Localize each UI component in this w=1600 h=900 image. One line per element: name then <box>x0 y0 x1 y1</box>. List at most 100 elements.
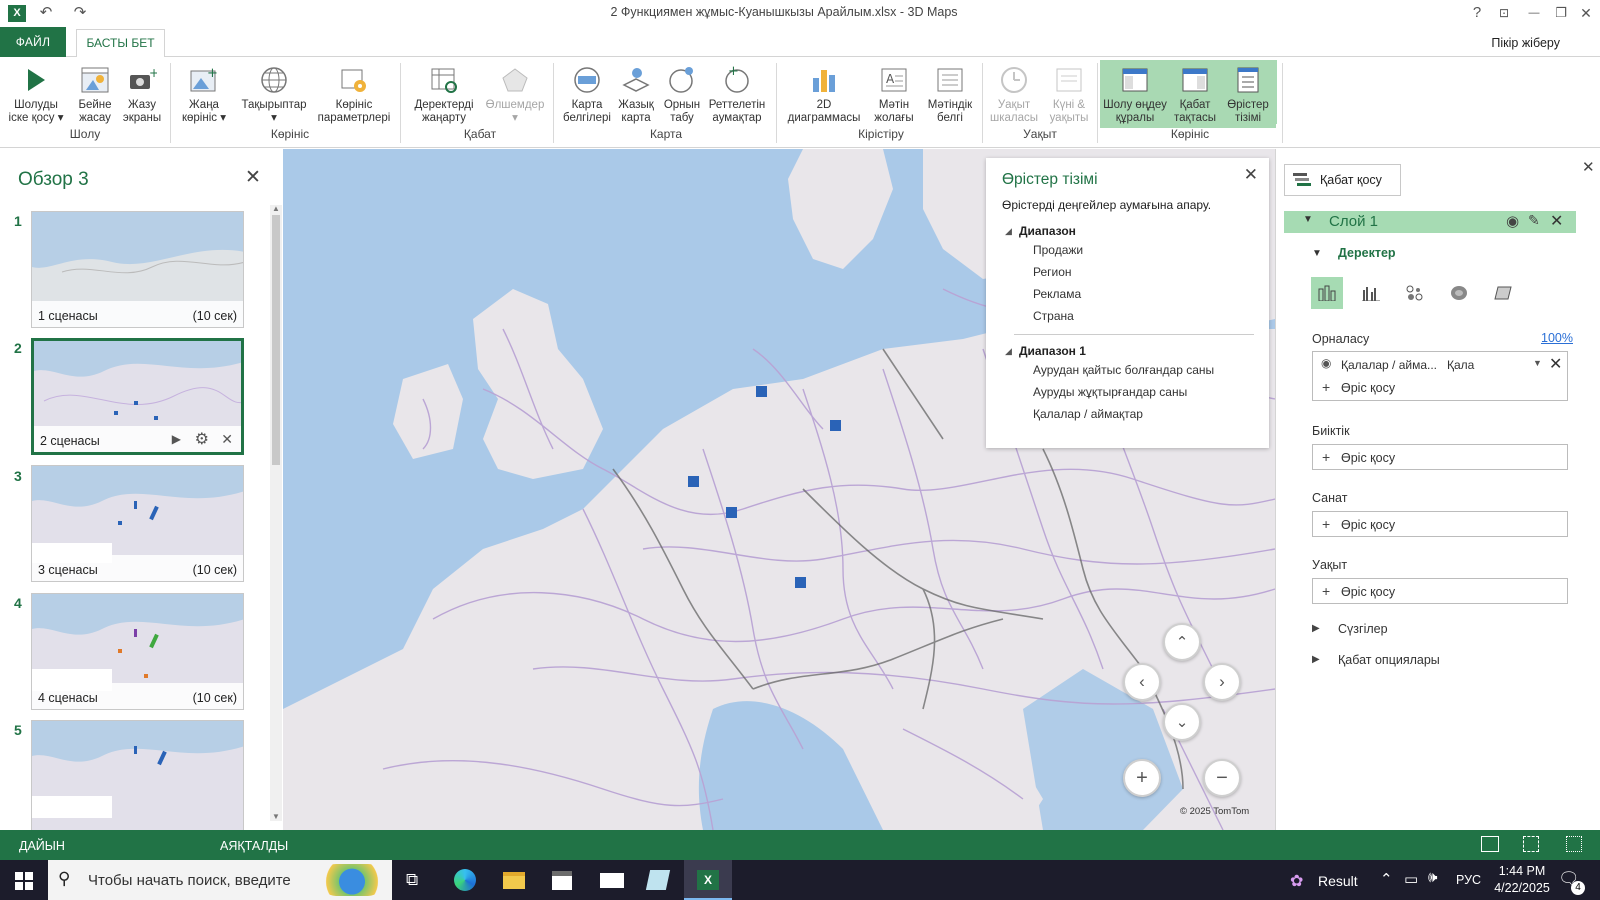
minimize-button[interactable]: — <box>1524 4 1544 22</box>
field-item[interactable]: Аурудан қайтыс болғандар саны <box>1033 363 1214 377</box>
volume-icon[interactable]: 🕪 <box>1428 869 1437 886</box>
scene-thumbnail-4[interactable]: 4 сценасы (10 сек) <box>31 593 244 710</box>
location-type-select[interactable]: Қала <box>1447 358 1474 372</box>
scene-settings-icon[interactable]: ⚙ <box>195 429 209 449</box>
find-location-button[interactable]: Орнын табу <box>660 60 704 128</box>
close-tour-panel-button[interactable]: ✕ <box>245 166 261 189</box>
height-field-box[interactable]: + Өріс қосу <box>1312 444 1568 470</box>
result-label[interactable]: Result <box>1318 873 1358 889</box>
field-item[interactable]: Ауруды жұқтырғандар саны <box>1033 385 1187 399</box>
excel-taskbar-button[interactable]: X <box>684 860 732 900</box>
scene-thumbnail-1[interactable]: 1 сценасы (10 сек) <box>31 211 244 328</box>
data-marker[interactable] <box>795 577 806 588</box>
layer-options-section[interactable]: Қабат опциялары <box>1338 653 1440 667</box>
category-field-box[interactable]: + Өріс қосу <box>1312 511 1568 537</box>
zoom-out-button[interactable]: − <box>1203 759 1241 797</box>
scene-thumbnail-5[interactable] <box>31 720 244 830</box>
play-scene-icon[interactable]: ▶ <box>172 432 181 446</box>
plus-icon[interactable]: + <box>1322 379 1330 395</box>
collapse-data-icon[interactable]: ▼ <box>1312 248 1322 259</box>
windows-start-icon[interactable] <box>15 872 33 890</box>
scroll-up-icon[interactable]: ▲ <box>272 204 280 213</box>
dropdown-arrow-icon[interactable]: ▼ <box>1533 358 1542 368</box>
field-item[interactable]: Қалалар / аймақтар <box>1033 407 1143 421</box>
clock-time[interactable]: 1:44 PM <box>1492 864 1552 878</box>
feedback-link[interactable]: Пікір жіберу <box>1491 36 1560 50</box>
collapse-triangle-icon[interactable]: ◢ <box>1005 226 1012 237</box>
app-icon[interactable] <box>645 870 671 890</box>
viz-clustered-column-button[interactable] <box>1355 277 1387 309</box>
zoom-in-button[interactable]: + <box>1123 759 1161 797</box>
expand-filters-icon[interactable]: ▶ <box>1312 623 1320 634</box>
network-icon[interactable]: ▭ <box>1404 870 1418 888</box>
remove-field-icon[interactable]: ✕ <box>1549 354 1562 374</box>
scene-options-button[interactable]: Көрініс параметрлері <box>314 60 394 128</box>
field-list-button[interactable]: Өрістер тізімі <box>1220 60 1276 128</box>
scene-thumbnail-2[interactable]: 2 сценасы ▶ ⚙ ✕ <box>31 338 244 455</box>
viz-bubble-button[interactable] <box>1399 277 1431 309</box>
maximize-button[interactable]: ❐ <box>1551 4 1571 22</box>
rotate-right-button[interactable]: › <box>1203 663 1241 701</box>
field-item[interactable]: Реклама <box>1033 287 1081 301</box>
microsoft-store-icon[interactable] <box>552 871 572 890</box>
tilt-down-button[interactable]: ⌄ <box>1163 703 1201 741</box>
data-marker[interactable] <box>688 476 699 487</box>
scenes-scrollbar[interactable]: ▲ ▼ <box>270 204 282 821</box>
expand-layer-options-icon[interactable]: ▶ <box>1312 654 1320 665</box>
location-percent-link[interactable]: 100% <box>1541 331 1573 345</box>
result-app-icon[interactable]: ✿ <box>1290 871 1303 891</box>
close-field-list-button[interactable]: ✕ <box>1244 165 1258 185</box>
clock-date[interactable]: 4/22/2025 <box>1480 881 1564 895</box>
capture-screen-button[interactable]: + Жазу экраны <box>120 60 164 128</box>
fullscreen-icon[interactable] <box>1566 836 1582 852</box>
collapse-layer-icon[interactable]: ▼ <box>1303 214 1313 225</box>
data-marker[interactable] <box>726 507 737 518</box>
legend-button[interactable]: Мәтіндік белгі <box>922 60 978 128</box>
radio-icon[interactable]: ◉ <box>1321 356 1331 370</box>
refresh-data-button[interactable]: Деректерді жаңарту <box>408 60 480 128</box>
taskbar-search-box[interactable]: ⚲ Чтобы начать поиск, введите <box>48 860 392 900</box>
file-tab[interactable]: ФАЙЛ <box>0 27 66 57</box>
custom-regions-button[interactable]: + Реттелетін аумақтар <box>704 60 770 128</box>
add-location-field[interactable]: Өріс қосу <box>1341 381 1395 395</box>
fit-view-icon[interactable] <box>1523 836 1539 852</box>
text-box-button[interactable]: A Мәтін жолағы <box>866 60 922 128</box>
chevron-up-icon[interactable]: ⌃ <box>1380 870 1393 888</box>
field-item[interactable]: Продажи <box>1033 243 1083 257</box>
delete-layer-icon[interactable]: ✕ <box>1550 211 1563 231</box>
layer-header[interactable]: ▼ Слой 1 ◉ ✎ ✕ <box>1284 211 1576 233</box>
close-layer-pane-button[interactable]: ✕ <box>1582 158 1595 176</box>
scrollbar-thumb[interactable] <box>272 215 280 465</box>
field-item[interactable]: Регион <box>1033 265 1072 279</box>
time-field-box[interactable]: + Өріс қосу <box>1312 578 1568 604</box>
add-layer-button[interactable]: Қабат қосу <box>1284 164 1401 196</box>
eye-icon[interactable]: ◉ <box>1506 212 1519 230</box>
mail-icon[interactable] <box>600 873 624 888</box>
data-marker[interactable] <box>756 386 767 397</box>
create-video-button[interactable]: Бейне жасау <box>70 60 120 128</box>
filters-section[interactable]: Сүзгілер <box>1338 622 1388 636</box>
tilt-up-button[interactable]: ⌃ <box>1163 623 1201 661</box>
restore-ribbon-icon[interactable]: ⊡ <box>1494 4 1514 22</box>
task-view-icon[interactable]: ⧉ <box>406 870 418 890</box>
flat-map-button[interactable]: Жазық карта <box>614 60 658 128</box>
collapse-triangle-icon[interactable]: ◢ <box>1005 346 1012 357</box>
tour-editor-button[interactable]: Шолу өңдеу құралы <box>1100 60 1170 128</box>
close-window-button[interactable]: ✕ <box>1576 4 1596 22</box>
themes-button[interactable]: Тақырыптар ▾ <box>238 60 310 128</box>
viz-heatmap-button[interactable] <box>1443 277 1475 309</box>
language-indicator[interactable]: РУС <box>1456 873 1481 887</box>
home-tab[interactable]: БАСТЫ БЕТ <box>76 29 165 58</box>
rotate-left-button[interactable]: ‹ <box>1123 663 1161 701</box>
scene-thumbnail-3[interactable]: 3 сценасы (10 сек) <box>31 465 244 582</box>
viz-region-button[interactable] <box>1487 277 1519 309</box>
new-scene-button[interactable]: + Жаңа көрініс ▾ <box>176 60 232 128</box>
scroll-down-icon[interactable]: ▼ <box>272 812 280 821</box>
shapes-button[interactable]: Өлшемдер ▾ <box>482 60 548 128</box>
viz-stacked-column-button[interactable] <box>1311 277 1343 309</box>
help-icon[interactable]: ? <box>1467 4 1487 22</box>
file-explorer-icon[interactable] <box>503 872 525 889</box>
pencil-icon[interactable]: ✎ <box>1528 212 1540 229</box>
field-item[interactable]: Страна <box>1033 309 1074 323</box>
timeline-button[interactable]: Уақыт шкаласы <box>986 60 1042 128</box>
